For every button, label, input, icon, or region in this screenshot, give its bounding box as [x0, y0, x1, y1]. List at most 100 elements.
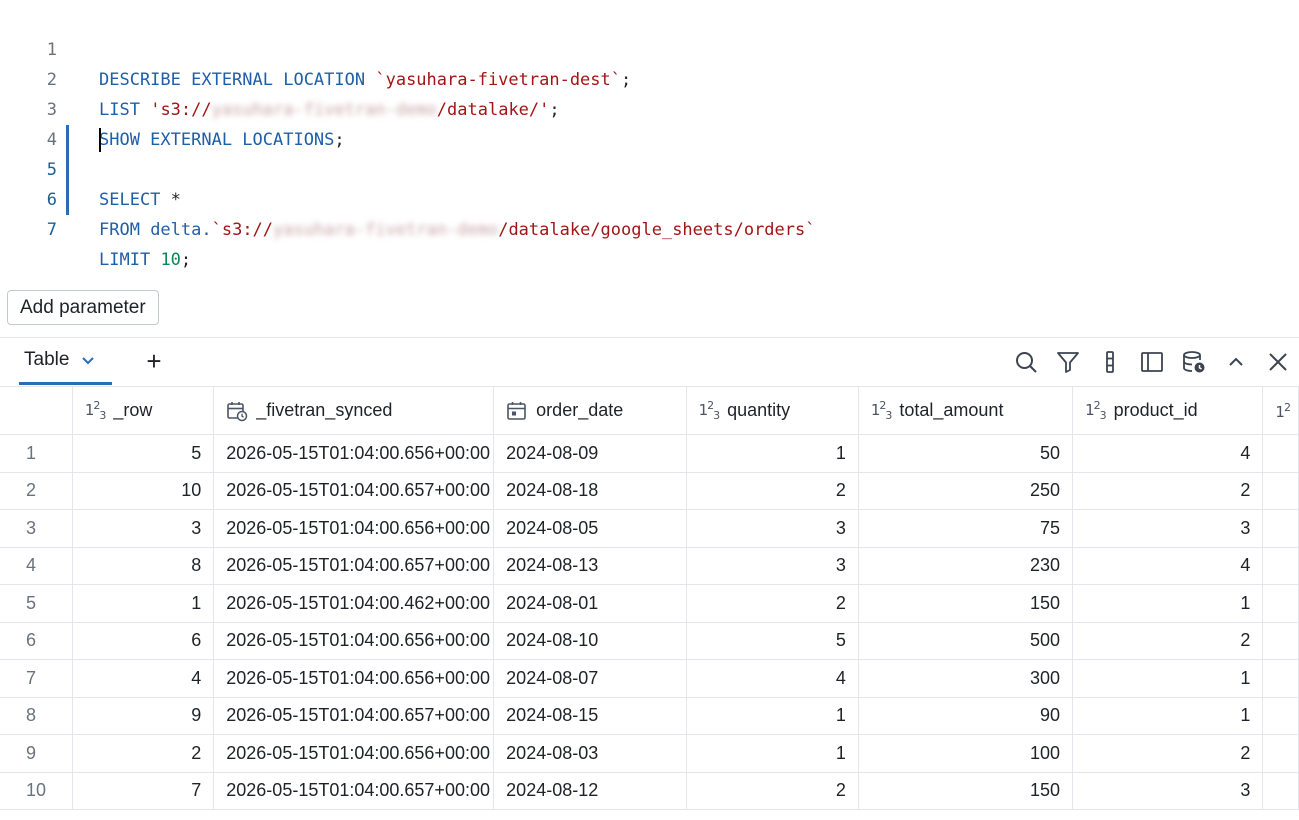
table-cell[interactable]: 300 — [858, 659, 1074, 698]
table-cell[interactable]: 2024-08-13 — [493, 547, 687, 585]
table-cell[interactable]: 2024-08-15 — [493, 697, 687, 735]
row-index-cell[interactable]: 10 — [0, 772, 73, 810]
sql-editor[interactable]: 1 DESCRIBE EXTERNAL LOCATION `yasuhara-f… — [0, 5, 1299, 270]
row-index-cell[interactable]: 6 — [0, 622, 73, 660]
table-cell[interactable]: 2 — [1072, 734, 1264, 773]
table-row[interactable]: 2 10 2026-05-15T01:04:00.657+00:00 2024-08-… — [0, 472, 1299, 510]
table-cell[interactable]: 10 — [72, 472, 215, 510]
table-cell[interactable]: 2 — [1072, 622, 1264, 660]
table-cell[interactable]: 2024-08-09 — [493, 434, 687, 473]
table-cell[interactable]: 1 — [1072, 697, 1264, 735]
table-cell[interactable]: 2024-08-12 — [493, 772, 687, 810]
table-row[interactable]: 10 7 2026-05-15T01:04:00.657+00:00 2024-08-… — [0, 772, 1299, 810]
table-cell[interactable]: 1 — [72, 584, 215, 623]
table-cell[interactable]: 2 — [686, 584, 859, 623]
table-row[interactable]: 7 4 2026-05-15T01:04:00.656+00:00 2024-08-0… — [0, 659, 1299, 698]
table-cell[interactable]: 1 — [686, 434, 859, 473]
close-button[interactable] — [1257, 338, 1299, 385]
table-cell[interactable]: 2026-05-15T01:04:00.656+00:00 — [213, 734, 495, 773]
table-cell[interactable]: 6 — [72, 622, 215, 660]
code-line[interactable]: 6 FROM delta.`s3://yasuhara-fivetran-dem… — [0, 155, 1299, 240]
table-cell[interactable]: 8 — [72, 547, 215, 585]
column-settings-button[interactable] — [1089, 338, 1131, 385]
table-cell[interactable]: 2026-05-15T01:04:00.657+00:00 — [213, 472, 495, 510]
add-tab-button[interactable]: + — [140, 346, 168, 376]
row-index-cell[interactable]: 1 — [0, 434, 73, 473]
row-index-cell[interactable]: 5 — [0, 584, 73, 623]
table-cell[interactable]: 4 — [1072, 547, 1264, 585]
table-row[interactable]: 4 8 2026-05-15T01:04:00.657+00:00 2024-08-1… — [0, 547, 1299, 585]
table-cell[interactable]: 150 — [858, 584, 1074, 623]
code-line[interactable]: 2 LIST 's3://yasuhara-fivetran-demo/data… — [0, 35, 1299, 120]
column-header-total-amount[interactable]: 123 total_amount — [858, 386, 1074, 435]
table-cell[interactable]: 50 — [858, 434, 1074, 473]
table-cell[interactable]: 2026-05-15T01:04:00.657+00:00 — [213, 697, 495, 735]
table-cell[interactable]: 2026-05-15T01:04:00.462+00:00 — [213, 584, 495, 623]
column-header-order-date[interactable]: order_date — [493, 386, 687, 435]
table-cell[interactable]: 2024-08-18 — [493, 472, 687, 510]
table-cell[interactable]: 2024-08-07 — [493, 659, 687, 698]
table-cell[interactable]: 2024-08-01 — [493, 584, 687, 623]
table-cell[interactable]: 5 — [686, 622, 859, 660]
column-header-fivetran-synced[interactable]: _fivetran_synced — [213, 386, 495, 435]
table-cell[interactable]: 500 — [858, 622, 1074, 660]
table-cell[interactable]: 2 — [686, 772, 859, 810]
add-parameter-button[interactable]: Add parameter — [7, 290, 159, 325]
column-header-quantity[interactable]: 123 quantity — [686, 386, 859, 435]
row-index-cell[interactable]: 8 — [0, 697, 73, 735]
collapse-button[interactable] — [1215, 338, 1257, 385]
tab-table[interactable]: Table — [19, 338, 112, 385]
table-cell[interactable]: 2026-05-15T01:04:00.656+00:00 — [213, 434, 495, 473]
table-cell[interactable]: 1 — [686, 697, 859, 735]
search-button[interactable] — [1005, 338, 1047, 385]
table-cell[interactable]: 4 — [72, 659, 215, 698]
table-cell[interactable]: 3 — [1072, 772, 1264, 810]
table-cell[interactable]: 2024-08-05 — [493, 509, 687, 548]
table-cell[interactable]: 2024-08-03 — [493, 734, 687, 773]
code-line[interactable]: 5 SELECT * — [0, 125, 1299, 210]
code-line[interactable]: 7 LIMIT 10; — [0, 185, 1299, 270]
filter-button[interactable] — [1047, 338, 1089, 385]
data-refresh-button[interactable] — [1173, 338, 1215, 385]
row-index-cell[interactable]: 2 — [0, 472, 73, 510]
table-cell[interactable]: 90 — [858, 697, 1074, 735]
table-row[interactable]: 1 5 2026-05-15T01:04:00.656+00:00 2024-08-0… — [0, 434, 1299, 473]
table-cell[interactable]: 4 — [686, 659, 859, 698]
table-row[interactable]: 9 2 2026-05-15T01:04:00.656+00:00 2024-08-0… — [0, 734, 1299, 773]
table-cell[interactable]: 250 — [858, 472, 1074, 510]
table-cell[interactable]: 2026-05-15T01:04:00.657+00:00 — [213, 547, 495, 585]
code-line[interactable]: 1 DESCRIBE EXTERNAL LOCATION `yasuhara-f… — [0, 5, 1299, 90]
table-cell[interactable]: 150 — [858, 772, 1074, 810]
table-cell[interactable]: 100 — [858, 734, 1074, 773]
table-cell[interactable]: 75 — [858, 509, 1074, 548]
table-cell[interactable]: 2024-08-10 — [493, 622, 687, 660]
table-cell[interactable]: 230 — [858, 547, 1074, 585]
code-line[interactable]: 3 SHOW EXTERNAL LOCATIONS; — [0, 65, 1299, 150]
table-cell[interactable]: 2026-05-15T01:04:00.656+00:00 — [213, 509, 495, 548]
row-index-cell[interactable]: 9 — [0, 734, 73, 773]
table-cell[interactable]: 2026-05-15T01:04:00.657+00:00 — [213, 772, 495, 810]
table-cell[interactable]: 9 — [72, 697, 215, 735]
table-cell[interactable]: 2 — [686, 472, 859, 510]
table-cell[interactable]: 3 — [72, 509, 215, 548]
table-cell[interactable]: 4 — [1072, 434, 1264, 473]
row-index-cell[interactable]: 7 — [0, 659, 73, 698]
column-header-row[interactable]: 123 _row — [72, 386, 215, 435]
table-cell[interactable]: 3 — [1072, 509, 1264, 548]
table-cell[interactable]: 1 — [1072, 584, 1264, 623]
row-index-cell[interactable]: 3 — [0, 509, 73, 548]
table-cell[interactable]: 2026-05-15T01:04:00.656+00:00 — [213, 622, 495, 660]
table-cell[interactable]: 2026-05-15T01:04:00.656+00:00 — [213, 659, 495, 698]
table-cell[interactable]: 3 — [686, 547, 859, 585]
table-cell[interactable]: 7 — [72, 772, 215, 810]
table-row[interactable]: 3 3 2026-05-15T01:04:00.656+00:00 2024-08-0… — [0, 509, 1299, 548]
table-cell[interactable]: 2 — [72, 734, 215, 773]
column-header-product-id[interactable]: 123 product_id — [1072, 386, 1264, 435]
code-line[interactable]: 4 — [0, 95, 1299, 150]
sidebar-panel-button[interactable] — [1131, 338, 1173, 385]
table-row[interactable]: 6 6 2026-05-15T01:04:00.656+00:00 2024-08-1… — [0, 622, 1299, 660]
chevron-down-icon[interactable] — [81, 353, 95, 367]
table-cell[interactable]: 5 — [72, 434, 215, 473]
table-cell[interactable]: 3 — [686, 509, 859, 548]
table-row[interactable]: 8 9 2026-05-15T01:04:00.657+00:00 2024-08-1… — [0, 697, 1299, 735]
